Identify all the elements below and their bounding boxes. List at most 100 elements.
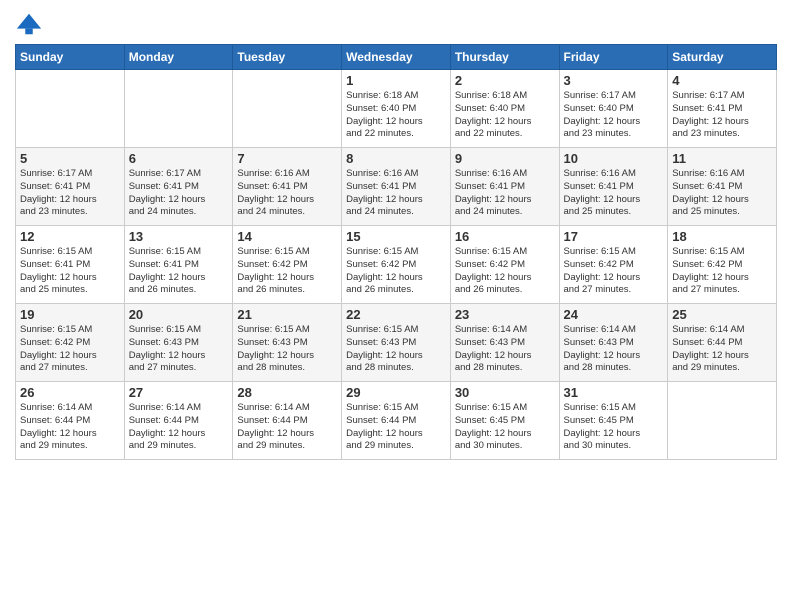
day-number: 5 [20,151,120,166]
calendar-cell: 19 Sunrise: 6:15 AM Sunset: 6:42 PM Dayli… [16,304,125,382]
day-number: 3 [564,73,664,88]
day-header-monday: Monday [124,45,233,70]
day-number: 1 [346,73,446,88]
calendar-cell: 18 Sunrise: 6:15 AM Sunset: 6:42 PM Dayli… [668,226,777,304]
calendar-cell: 16 Sunrise: 6:15 AM Sunset: 6:42 PM Dayli… [450,226,559,304]
week-row-1: 5Sunrise: 6:17 AM Sunset: 6:41 PM Daylig… [16,148,777,226]
week-row-0: 1Sunrise: 6:18 AM Sunset: 6:40 PM Daylig… [16,70,777,148]
calendar-cell: 3 Sunrise: 6:17 AM Sunset: 6:40 PM Daylig… [559,70,668,148]
calendar-cell: 21Sunrise: 6:15 AM Sunset: 6:43 PM Dayli… [233,304,342,382]
calendar-cell: 7Sunrise: 6:16 AM Sunset: 6:41 PM Daylig… [233,148,342,226]
day-number: 18 [672,229,772,244]
calendar-cell: 17 Sunrise: 6:15 AM Sunset: 6:42 PM Dayli… [559,226,668,304]
calendar-cell: 22 Sunrise: 6:15 AM Sunset: 6:43 PM Dayli… [342,304,451,382]
day-header-wednesday: Wednesday [342,45,451,70]
day-info: Sunrise: 6:15 AM Sunset: 6:44 PM Dayligh… [346,402,446,453]
calendar-cell: 1Sunrise: 6:18 AM Sunset: 6:40 PM Daylig… [342,70,451,148]
day-info: Sunrise: 6:16 AM Sunset: 6:41 PM Dayligh… [564,168,664,219]
day-number: 26 [20,385,120,400]
page: SundayMondayTuesdayWednesdayThursdayFrid… [0,0,792,612]
calendar-cell: 25 Sunrise: 6:14 AM Sunset: 6:44 PM Dayli… [668,304,777,382]
calendar-cell: 28 Sunrise: 6:14 AM Sunset: 6:44 PM Dayli… [233,382,342,460]
calendar-cell: 26 Sunrise: 6:14 AM Sunset: 6:44 PM Dayli… [16,382,125,460]
day-info: Sunrise: 6:15 AM Sunset: 6:45 PM Dayligh… [564,402,664,453]
calendar-cell: 23 Sunrise: 6:14 AM Sunset: 6:43 PM Dayli… [450,304,559,382]
calendar-cell: 6Sunrise: 6:17 AM Sunset: 6:41 PM Daylig… [124,148,233,226]
day-info: Sunrise: 6:16 AM Sunset: 6:41 PM Dayligh… [237,168,337,219]
day-header-saturday: Saturday [668,45,777,70]
day-number: 24 [564,307,664,322]
day-number: 12 [20,229,120,244]
day-info: Sunrise: 6:15 AM Sunset: 6:42 PM Dayligh… [237,246,337,297]
day-header-friday: Friday [559,45,668,70]
day-info: Sunrise: 6:15 AM Sunset: 6:42 PM Dayligh… [346,246,446,297]
calendar-cell: 8 Sunrise: 6:16 AM Sunset: 6:41 PM Daylig… [342,148,451,226]
calendar-table: SundayMondayTuesdayWednesdayThursdayFrid… [15,44,777,460]
calendar-cell: 20Sunrise: 6:15 AM Sunset: 6:43 PM Dayli… [124,304,233,382]
day-info: Sunrise: 6:16 AM Sunset: 6:41 PM Dayligh… [672,168,772,219]
calendar-cell: 13 Sunrise: 6:15 AM Sunset: 6:41 PM Dayli… [124,226,233,304]
day-number: 27 [129,385,229,400]
day-number: 29 [346,385,446,400]
calendar-cell: 15 Sunrise: 6:15 AM Sunset: 6:42 PM Dayli… [342,226,451,304]
header-row: SundayMondayTuesdayWednesdayThursdayFrid… [16,45,777,70]
calendar-cell: 5Sunrise: 6:17 AM Sunset: 6:41 PM Daylig… [16,148,125,226]
day-number: 22 [346,307,446,322]
day-number: 11 [672,151,772,166]
header [15,10,777,38]
week-row-4: 26 Sunrise: 6:14 AM Sunset: 6:44 PM Dayli… [16,382,777,460]
calendar-cell: 29 Sunrise: 6:15 AM Sunset: 6:44 PM Dayli… [342,382,451,460]
day-info: Sunrise: 6:14 AM Sunset: 6:44 PM Dayligh… [20,402,120,453]
day-number: 14 [237,229,337,244]
calendar-cell: 14 Sunrise: 6:15 AM Sunset: 6:42 PM Dayli… [233,226,342,304]
calendar-cell [233,70,342,148]
logo [15,10,47,38]
day-info: Sunrise: 6:15 AM Sunset: 6:45 PM Dayligh… [455,402,555,453]
day-header-sunday: Sunday [16,45,125,70]
calendar-cell [668,382,777,460]
day-info: Sunrise: 6:15 AM Sunset: 6:42 PM Dayligh… [20,324,120,375]
day-number: 13 [129,229,229,244]
calendar-cell: 2Sunrise: 6:18 AM Sunset: 6:40 PM Daylig… [450,70,559,148]
day-info: Sunrise: 6:17 AM Sunset: 6:41 PM Dayligh… [672,90,772,141]
logo-icon [15,10,43,38]
day-number: 25 [672,307,772,322]
calendar-cell: 4Sunrise: 6:17 AM Sunset: 6:41 PM Daylig… [668,70,777,148]
day-info: Sunrise: 6:15 AM Sunset: 6:43 PM Dayligh… [237,324,337,375]
calendar-cell [16,70,125,148]
calendar-cell: 11 Sunrise: 6:16 AM Sunset: 6:41 PM Dayli… [668,148,777,226]
day-header-thursday: Thursday [450,45,559,70]
day-number: 31 [564,385,664,400]
calendar-cell: 12 Sunrise: 6:15 AM Sunset: 6:41 PM Dayli… [16,226,125,304]
day-number: 28 [237,385,337,400]
day-info: Sunrise: 6:17 AM Sunset: 6:40 PM Dayligh… [564,90,664,141]
day-number: 15 [346,229,446,244]
day-info: Sunrise: 6:14 AM Sunset: 6:44 PM Dayligh… [129,402,229,453]
day-number: 17 [564,229,664,244]
day-number: 2 [455,73,555,88]
day-info: Sunrise: 6:15 AM Sunset: 6:43 PM Dayligh… [129,324,229,375]
day-info: Sunrise: 6:15 AM Sunset: 6:42 PM Dayligh… [672,246,772,297]
day-info: Sunrise: 6:15 AM Sunset: 6:41 PM Dayligh… [129,246,229,297]
day-number: 30 [455,385,555,400]
day-number: 19 [20,307,120,322]
day-info: Sunrise: 6:16 AM Sunset: 6:41 PM Dayligh… [455,168,555,219]
day-number: 23 [455,307,555,322]
day-info: Sunrise: 6:14 AM Sunset: 6:44 PM Dayligh… [237,402,337,453]
day-number: 16 [455,229,555,244]
day-info: Sunrise: 6:14 AM Sunset: 6:43 PM Dayligh… [455,324,555,375]
day-info: Sunrise: 6:15 AM Sunset: 6:42 PM Dayligh… [455,246,555,297]
week-row-2: 12 Sunrise: 6:15 AM Sunset: 6:41 PM Dayli… [16,226,777,304]
calendar-cell: 27 Sunrise: 6:14 AM Sunset: 6:44 PM Dayli… [124,382,233,460]
calendar-cell [124,70,233,148]
calendar-cell: 31 Sunrise: 6:15 AM Sunset: 6:45 PM Dayli… [559,382,668,460]
calendar-cell: 9Sunrise: 6:16 AM Sunset: 6:41 PM Daylig… [450,148,559,226]
day-info: Sunrise: 6:15 AM Sunset: 6:43 PM Dayligh… [346,324,446,375]
day-number: 8 [346,151,446,166]
day-info: Sunrise: 6:14 AM Sunset: 6:44 PM Dayligh… [672,324,772,375]
day-info: Sunrise: 6:15 AM Sunset: 6:41 PM Dayligh… [20,246,120,297]
day-info: Sunrise: 6:15 AM Sunset: 6:42 PM Dayligh… [564,246,664,297]
calendar-cell: 24Sunrise: 6:14 AM Sunset: 6:43 PM Dayli… [559,304,668,382]
day-info: Sunrise: 6:16 AM Sunset: 6:41 PM Dayligh… [346,168,446,219]
day-number: 10 [564,151,664,166]
